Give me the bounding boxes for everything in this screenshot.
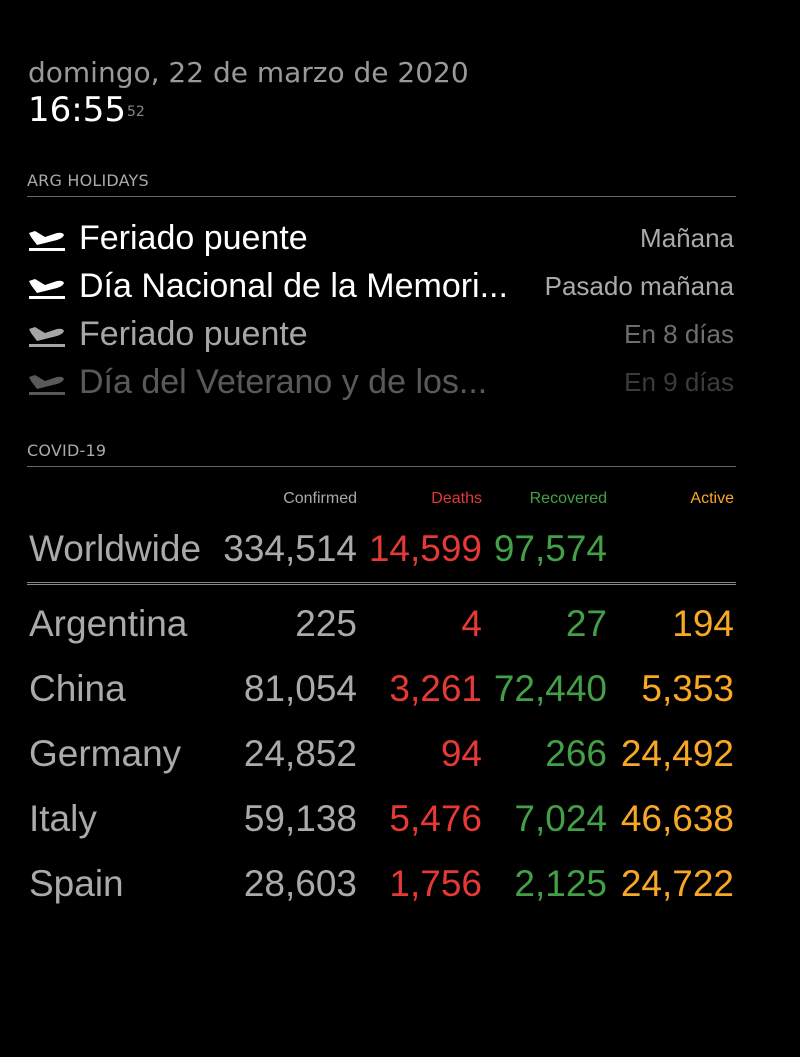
recovered-value: 266: [545, 733, 607, 774]
deaths-value: 14,599: [368, 528, 482, 569]
deaths-value: 94: [440, 733, 482, 774]
active-value: 194: [672, 603, 734, 644]
recovered-value: 7,024: [514, 798, 607, 839]
calendar-header: ARG HOLIDAYS: [27, 172, 736, 197]
event-time: Mañana: [640, 222, 734, 253]
calendar-event: Día Nacional de la Memori... Pasado maña…: [27, 262, 736, 310]
recovered-value: 97,574: [493, 528, 607, 569]
deaths-value: 5,476: [389, 798, 482, 839]
clock-module: domingo, 22 de marzo de 2020 16:5552: [28, 56, 469, 130]
clock-time-hm: 16:55: [28, 90, 126, 130]
clock-date: domingo, 22 de marzo de 2020: [28, 56, 469, 89]
airplane-arrival-icon: [27, 367, 67, 397]
airplane-arrival-icon: [27, 223, 67, 253]
event-time: En 8 días: [624, 318, 734, 349]
country-name: China: [29, 668, 126, 709]
column-recovered: Recovered: [529, 490, 607, 507]
country-name: Argentina: [29, 603, 188, 644]
event-time: En 9 días: [624, 366, 734, 397]
active-value: 24,722: [620, 863, 734, 904]
country-row: China 81,054 3,261 72,440 5,353: [27, 656, 736, 721]
confirmed-value: 28,603: [243, 863, 357, 904]
deaths-value: 3,261: [389, 668, 482, 709]
airplane-arrival-icon: [27, 319, 67, 349]
airplane-arrival-icon: [27, 271, 67, 301]
confirmed-value: 24,852: [243, 733, 357, 774]
clock-seconds: 52: [126, 104, 145, 120]
recovered-value: 2,125: [514, 863, 607, 904]
event-time: Pasado mañana: [544, 270, 734, 301]
worldwide-row: Worldwide 334,514 14,599 97,574: [27, 520, 736, 585]
event-title: Feriado puente: [79, 218, 308, 257]
country-name: Worldwide: [29, 528, 202, 569]
active-value: 46,638: [620, 798, 734, 839]
column-active: Active: [690, 490, 734, 507]
event-title: Día del Veterano y de los...: [79, 362, 488, 401]
confirmed-value: 81,054: [243, 668, 357, 709]
recovered-value: 27: [565, 603, 607, 644]
calendar-event: Feriado puente En 8 días: [27, 310, 736, 358]
active-value: 24,492: [620, 733, 734, 774]
deaths-value: 4: [461, 603, 482, 644]
clock-time: 16:5552: [28, 90, 469, 130]
calendar-list: Feriado puente Mañana Día Nacional de la…: [27, 214, 736, 406]
confirmed-value: 225: [295, 603, 357, 644]
deaths-value: 1,756: [389, 863, 482, 904]
active-value: 5,353: [641, 668, 734, 709]
confirmed-value: 334,514: [223, 528, 357, 569]
column-confirmed: Confirmed: [283, 490, 357, 507]
country-name: Spain: [29, 863, 124, 904]
column-deaths: Deaths: [431, 490, 482, 507]
country-name: Italy: [29, 798, 97, 839]
country-name: Germany: [29, 733, 182, 774]
event-title: Día Nacional de la Memori...: [79, 266, 508, 305]
country-row: Germany 24,852 94 266 24,492: [27, 721, 736, 786]
country-row: Spain 28,603 1,756 2,125 24,722: [27, 851, 736, 916]
event-title: Feriado puente: [79, 314, 308, 353]
confirmed-value: 59,138: [243, 798, 357, 839]
covid-table: Confirmed Deaths Recovered Active Worldw…: [27, 480, 736, 916]
covid-column-headers: Confirmed Deaths Recovered Active: [27, 480, 736, 520]
covid-header: COVID-19: [27, 442, 736, 467]
calendar-event: Feriado puente Mañana: [27, 214, 736, 262]
country-row: Italy 59,138 5,476 7,024 46,638: [27, 786, 736, 851]
calendar-event: Día del Veterano y de los... En 9 días: [27, 358, 736, 406]
country-row: Argentina 225 4 27 194: [27, 591, 736, 656]
recovered-value: 72,440: [493, 668, 607, 709]
